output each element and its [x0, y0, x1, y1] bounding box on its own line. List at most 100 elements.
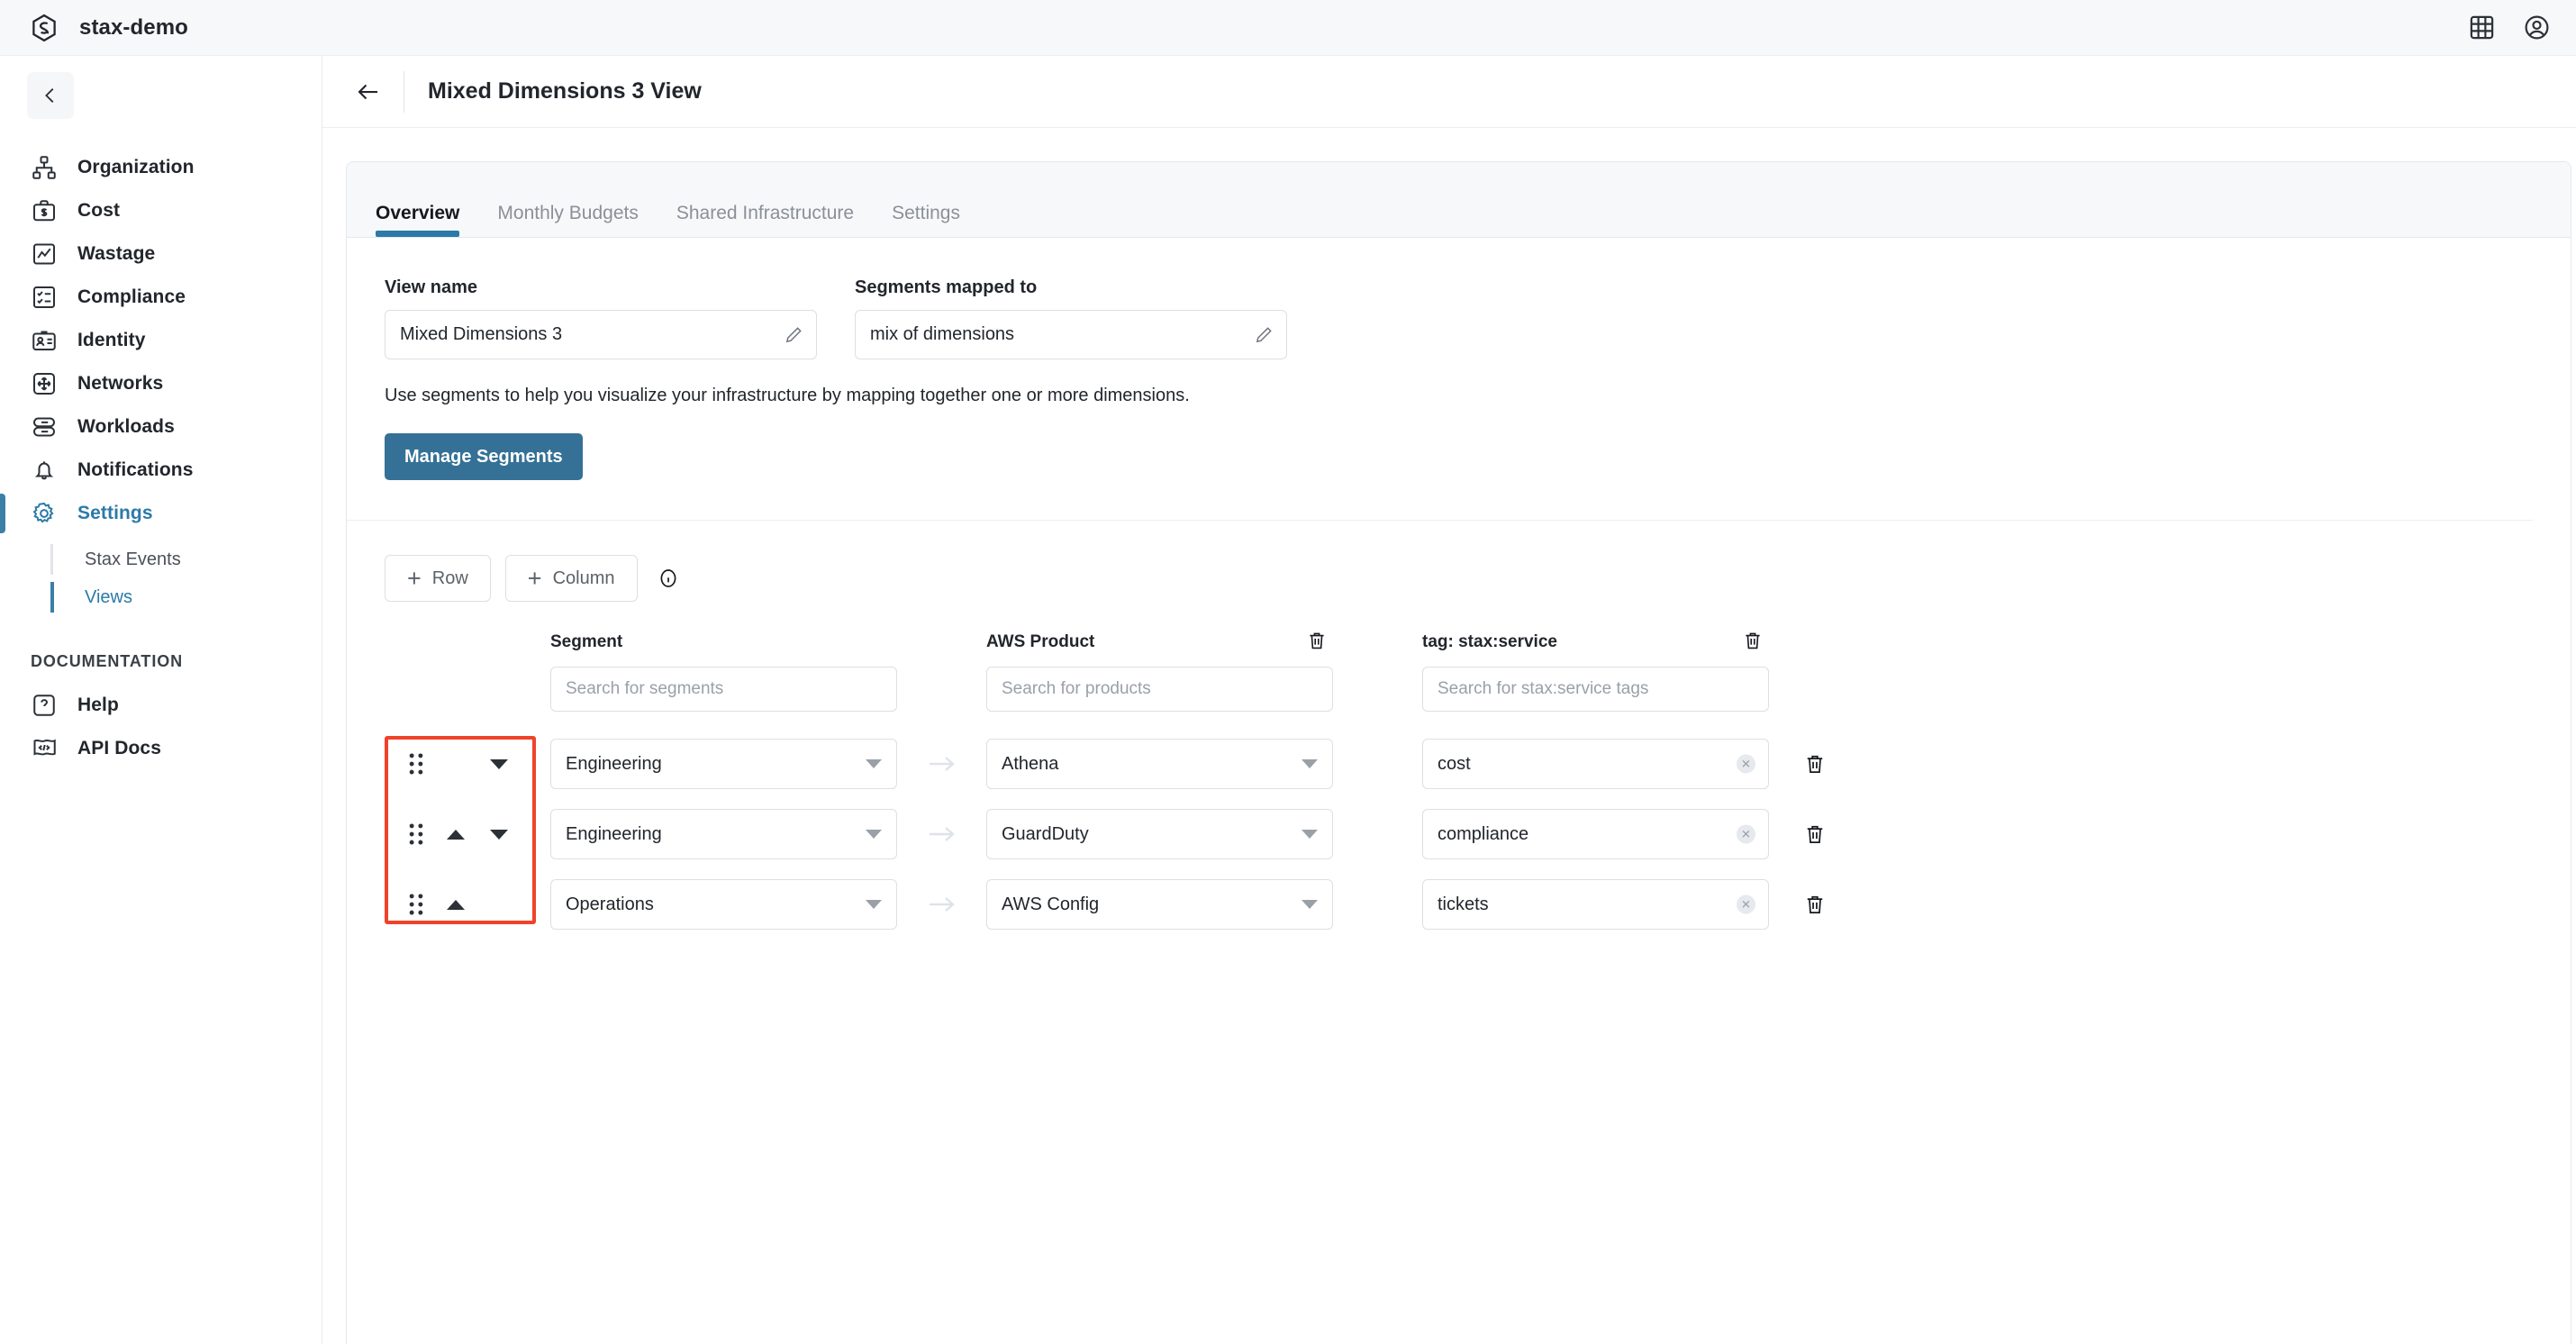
table-row: Engineering Athena cost ✕ — [385, 736, 2571, 792]
chart-line-icon — [33, 243, 56, 265]
row-segment-select[interactable]: Engineering — [550, 739, 897, 789]
dimension-mapping-grid: Segment AWS Product tag: stax:ser — [385, 632, 2571, 932]
info-circle-icon[interactable] — [658, 568, 679, 589]
sidebar-item-wastage[interactable]: Wastage — [0, 232, 322, 276]
mapping-arrow — [897, 753, 986, 775]
arrows-expand-icon — [33, 373, 56, 395]
back-button[interactable] — [353, 77, 384, 107]
sidebar-subitem-label: Views — [85, 586, 132, 607]
user-account-icon[interactable] — [2523, 14, 2551, 41]
chevron-left-icon — [45, 88, 54, 103]
row-product-value: AWS Config — [1002, 894, 1100, 914]
trash-icon[interactable] — [1306, 629, 1328, 652]
sidebar-item-label: Help — [77, 695, 119, 715]
sidebar-item-label: Networks — [77, 373, 164, 394]
sidebar-item-label: Organization — [77, 157, 195, 177]
view-name-input[interactable]: Mixed Dimensions 3 — [385, 310, 817, 359]
row-segment-value: Operations — [566, 894, 654, 914]
tab-overview[interactable]: Overview — [376, 203, 460, 237]
sidebar-item-api-docs[interactable]: API Docs — [0, 727, 322, 770]
manage-segments-button[interactable]: Manage Segments — [385, 433, 583, 480]
add-column-label: Column — [552, 568, 615, 588]
sidebar-item-stax-events[interactable]: Stax Events — [52, 540, 322, 578]
row-product-select[interactable]: Athena — [986, 739, 1333, 789]
sidebar-item-help[interactable]: Help — [0, 684, 322, 727]
tab-monthly-budgets[interactable]: Monthly Budgets — [497, 203, 638, 237]
segments-input[interactable]: mix of dimensions — [855, 310, 1287, 359]
row-product-select[interactable]: AWS Config — [986, 879, 1333, 930]
sidebar-section-documentation: DOCUMENTATION — [31, 652, 184, 670]
mapping-arrow — [897, 894, 986, 915]
question-mark-icon — [33, 695, 55, 716]
pencil-icon[interactable] — [1254, 325, 1274, 345]
sidebar-item-notifications[interactable]: Notifications — [0, 449, 322, 492]
sidebar-item-networks[interactable]: Networks — [0, 362, 322, 405]
sidebar-item-label: Settings — [77, 503, 153, 523]
chevron-down-icon — [1302, 759, 1318, 768]
search-products-input[interactable] — [986, 667, 1333, 712]
clear-x-icon[interactable]: ✕ — [1737, 894, 1755, 914]
delete-row-button[interactable] — [1803, 822, 1827, 847]
id-badge-icon — [32, 331, 56, 350]
arrow-right-icon — [929, 897, 955, 912]
mapping-arrow — [897, 823, 986, 845]
clear-x-icon[interactable]: ✕ — [1737, 754, 1755, 774]
sidebar-item-label: Workloads — [77, 416, 175, 437]
add-row-button[interactable]: + Row — [385, 555, 491, 602]
sidebar-item-views[interactable]: Views — [50, 578, 322, 616]
tab-shared-infrastructure[interactable]: Shared Infrastructure — [676, 203, 854, 237]
helper-text: Use segments to help you visualize your … — [385, 386, 1190, 405]
pencil-icon[interactable] — [784, 325, 803, 345]
segments-label: Segments mapped to — [855, 277, 1038, 297]
row-segment-select[interactable]: Operations — [550, 879, 897, 930]
checklist-icon — [33, 286, 56, 309]
server-stack-icon — [33, 417, 56, 437]
add-row-label: Row — [431, 568, 468, 588]
sidebar-item-workloads[interactable]: Workloads — [0, 405, 322, 449]
page-title: Mixed Dimensions 3 View — [428, 78, 702, 104]
grid-rows: Engineering Athena cost ✕ Engineering Gu… — [385, 736, 2571, 932]
brand-name: stax-demo — [79, 14, 188, 40]
grid-column-tag-stax-service: tag: stax:service — [1422, 632, 1769, 712]
sidebar-item-label: Identity — [77, 330, 146, 350]
top-bar: stax-demo — [0, 0, 2576, 56]
arrow-right-icon — [929, 827, 955, 841]
delete-row-button[interactable] — [1803, 751, 1827, 776]
segments-value: mix of dimensions — [870, 324, 1015, 344]
sidebar-item-label: Compliance — [77, 286, 186, 307]
row-tag-field[interactable]: cost ✕ — [1422, 739, 1769, 789]
search-tags-input[interactable] — [1422, 667, 1769, 712]
row-product-select[interactable]: GuardDuty — [986, 809, 1333, 859]
row-tag-field[interactable]: compliance ✕ — [1422, 809, 1769, 859]
sidebar-item-identity[interactable]: Identity — [0, 319, 322, 362]
code-flag-icon — [33, 739, 56, 756]
sidebar-item-settings[interactable]: Settings — [0, 492, 322, 535]
tab-label: Overview — [376, 203, 460, 223]
view-name-value: Mixed Dimensions 3 — [400, 324, 563, 344]
row-tag-field[interactable]: tickets ✕ — [1422, 879, 1769, 930]
sidebar-item-organization[interactable]: Organization — [0, 146, 322, 189]
stax-logo-icon — [32, 14, 56, 41]
grid-toolbar: + Row + Column — [385, 555, 2571, 602]
grid-column-aws-product: AWS Product — [986, 632, 1333, 712]
sidebar-item-compliance[interactable]: Compliance — [0, 276, 322, 319]
sidebar-collapse-button[interactable] — [27, 72, 74, 119]
row-segment-value: Engineering — [566, 753, 662, 774]
grid-apps-icon[interactable] — [2468, 14, 2496, 41]
sidebar-item-cost[interactable]: Cost — [0, 189, 322, 232]
row-segment-select[interactable]: Engineering — [550, 809, 897, 859]
card-body: View name Mixed Dimensions 3 Segments ma… — [347, 238, 2571, 932]
tab-settings[interactable]: Settings — [892, 203, 960, 237]
search-segments-input[interactable] — [550, 667, 897, 712]
gear-icon — [32, 502, 54, 523]
page-header: Mixed Dimensions 3 View — [322, 56, 2576, 128]
tab-bar: Overview Monthly Budgets Shared Infrastr… — [347, 162, 2571, 238]
bell-icon — [34, 461, 54, 480]
delete-row-button[interactable] — [1803, 892, 1827, 917]
trash-icon[interactable] — [1742, 629, 1764, 652]
clear-x-icon[interactable]: ✕ — [1737, 824, 1755, 844]
sidebar-nav: Organization Cost Wastage Compliance Ide… — [0, 146, 322, 770]
add-column-button[interactable]: + Column — [504, 555, 638, 602]
view-name-field-group: View name Mixed Dimensions 3 — [385, 277, 817, 359]
briefcase-dollar-icon — [33, 200, 56, 222]
